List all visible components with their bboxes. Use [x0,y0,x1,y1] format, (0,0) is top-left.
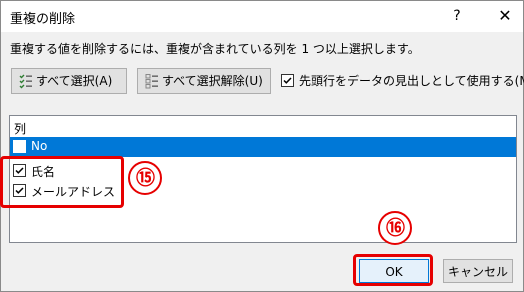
column-item-email[interactable]: メールアドレス [10,181,516,201]
step-marker-15: ⑮ [128,161,162,195]
remove-duplicates-dialog: 重複の削除 ? ✕ 重複する値を削除するには、重複が含まれている列を 1 つ以上… [0,0,524,292]
close-button[interactable]: ✕ [495,6,515,26]
cancel-label: キャンセル [447,265,508,279]
header-row-checkbox-label[interactable]: 先頭行をデータの見出しとして使用する(M) [299,72,524,89]
columns-header: 列 [14,122,27,136]
checklist-icon [19,73,33,89]
columns-listbox[interactable]: 列 No 氏名 メールアドレス [9,115,517,243]
column-label-no: No [31,139,48,153]
column-label-name: 氏名 [31,165,56,179]
unchecklist-icon [145,73,159,89]
step-marker-16: ⑯ [378,211,412,245]
title-bar: 重複の削除 ? ✕ [1,1,523,32]
column-item-name[interactable]: 氏名 [10,161,516,181]
dialog-title: 重複の削除 [10,12,76,27]
column-checkbox-email[interactable] [13,184,26,197]
ok-label: OK [385,265,403,279]
column-label-email: メールアドレス [31,185,116,199]
help-button[interactable]: ? [447,6,467,26]
select-all-label: すべて選択(A) [36,74,113,88]
cancel-button[interactable]: キャンセル [443,259,513,283]
unselect-all-label: すべて選択解除(U) [162,74,263,88]
unselect-all-button[interactable]: すべて選択解除(U) [137,68,271,94]
instruction-text: 重複する値を削除するには、重複が含まれている列を 1 つ以上選択します。 [10,42,420,56]
header-row-checkbox[interactable] [281,74,294,87]
select-all-button[interactable]: すべて選択(A) [11,68,127,94]
column-item-no[interactable]: No [10,137,516,157]
ok-button[interactable]: OK [359,259,429,283]
column-checkbox-name[interactable] [13,164,26,177]
column-checkbox-no[interactable] [13,140,26,153]
